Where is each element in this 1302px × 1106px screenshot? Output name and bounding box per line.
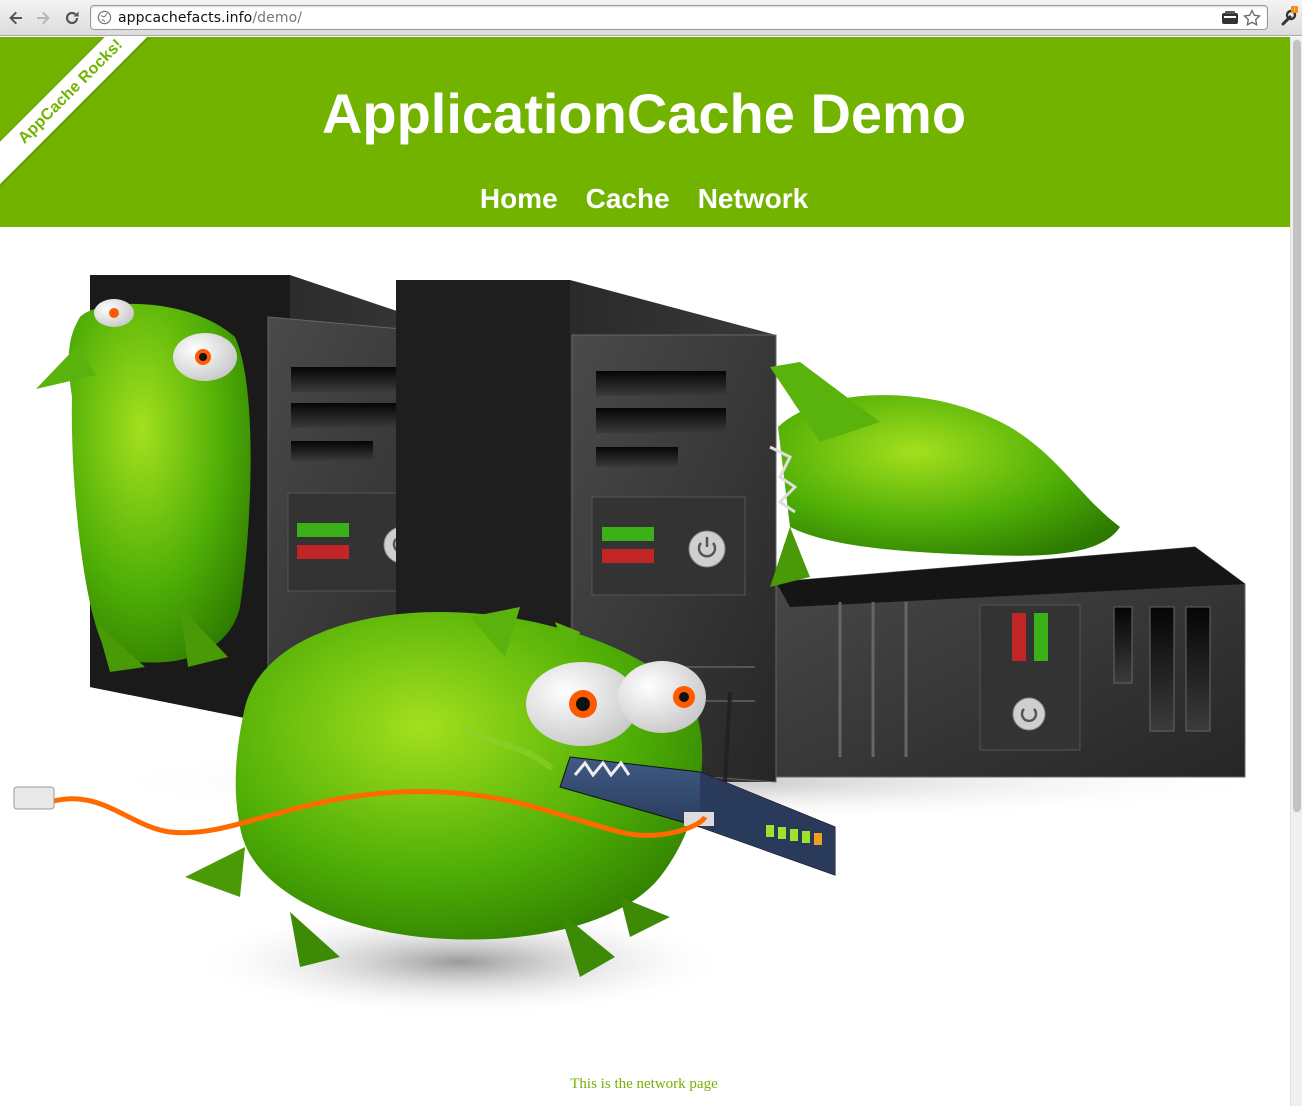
back-button[interactable] (5, 7, 27, 29)
network-page-message: This is the network page (570, 1076, 718, 1092)
nav-link-cache[interactable]: Cache (586, 183, 670, 215)
globe-icon (97, 10, 112, 25)
reload-button[interactable] (61, 7, 83, 29)
star-icon[interactable] (1243, 9, 1261, 27)
page-icon[interactable] (1221, 10, 1239, 26)
vertical-scrollbar[interactable] (1290, 37, 1302, 1106)
site-header: ApplicationCache Demo Home Cache Network (0, 37, 1290, 227)
wrench-icon[interactable]: ! (1280, 6, 1298, 28)
browser-toolbar: appcachefacts.info/demo/ ! (0, 0, 1302, 36)
forward-icon (37, 11, 50, 25)
main-nav: Home Cache Network (0, 183, 1288, 215)
monster-peeking-left (36, 299, 251, 672)
server-flat-right (775, 546, 1246, 778)
page-title: ApplicationCache Demo (321, 82, 967, 145)
url-host: appcachefacts.info (118, 10, 253, 26)
scrollbar-thumb[interactable] (1293, 40, 1301, 812)
url-path: /demo/ (252, 10, 303, 26)
hero-illustration (13, 275, 1290, 1017)
page-viewport: ApplicationCache Demo Home Cache Network… (0, 37, 1290, 1106)
address-bar[interactable]: appcachefacts.info/demo/ (90, 5, 1268, 30)
reload-icon (65, 11, 79, 25)
back-icon (9, 11, 22, 25)
forward-button[interactable] (32, 7, 54, 29)
nav-link-network[interactable]: Network (698, 183, 808, 215)
nav-link-home[interactable]: Home (480, 183, 558, 215)
url-text: appcachefacts.info/demo/ (118, 10, 302, 26)
monster-lying-right (769, 362, 1120, 587)
